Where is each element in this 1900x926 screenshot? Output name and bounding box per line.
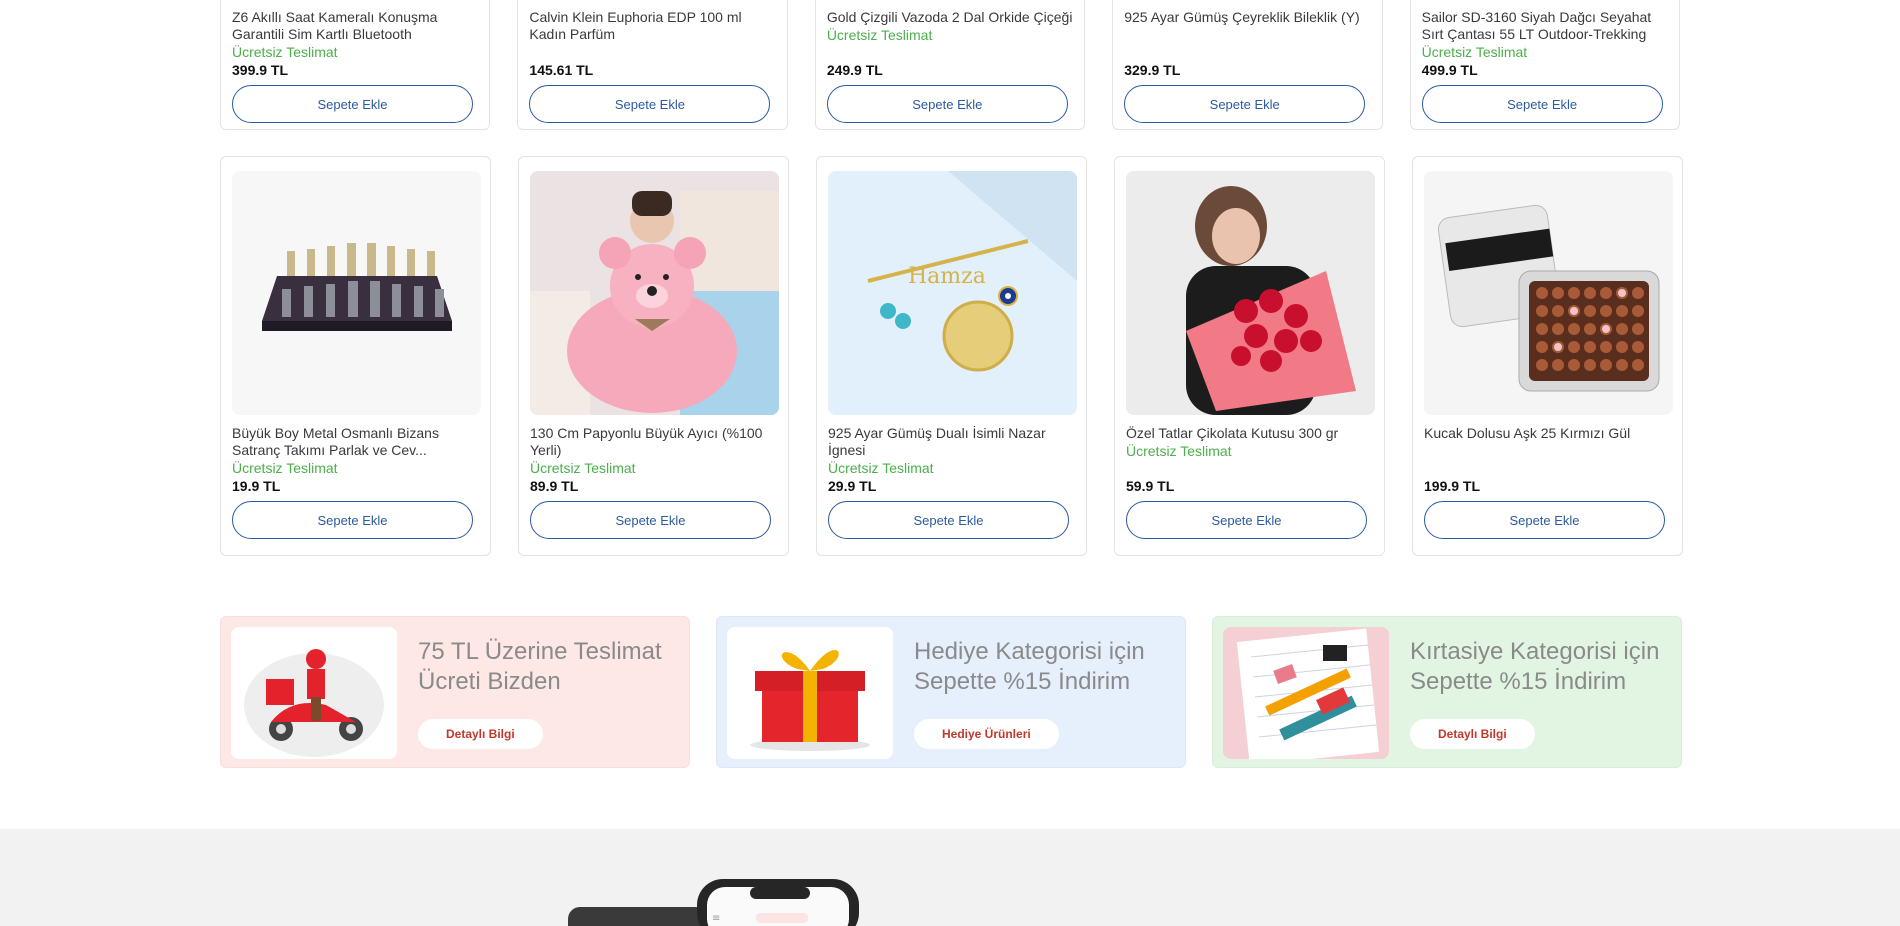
- product-title[interactable]: 925 Ayar Gümüş Çeyreklik Bileklik (Y): [1124, 9, 1370, 43]
- product-card: Büyük Boy Metal Osmanlı Bizans Satranç T…: [220, 156, 491, 556]
- product-card: Özel Tatlar Çikolata Kutusu 300 gr Ücret…: [1114, 156, 1385, 556]
- product-price: 199.9 TL: [1424, 478, 1481, 494]
- product-price: 29.9 TL: [828, 478, 877, 494]
- product-price: 249.9 TL: [826, 62, 883, 78]
- add-to-cart-button[interactable]: Sepete Ekle: [530, 501, 771, 539]
- product-title[interactable]: Büyük Boy Metal Osmanlı Bizans Satranç T…: [232, 425, 479, 459]
- add-to-cart-button[interactable]: Sepete Ekle: [1124, 85, 1366, 123]
- gift-box-icon: [727, 627, 893, 759]
- product-card: Z6 Akıllı Saat Kameralı Konuşma Garantil…: [220, 0, 491, 130]
- product-grid: Büyük Boy Metal Osmanlı Bizans Satranç T…: [220, 156, 1683, 556]
- promo-banner-delivery[interactable]: 75 TL Üzerine Teslimat Ücreti Bizden Det…: [220, 616, 690, 768]
- svg-text:≡: ≡: [712, 913, 720, 924]
- delivery-scooter-icon: [231, 627, 397, 759]
- product-price: 329.9 TL: [1124, 62, 1181, 78]
- add-to-cart-button[interactable]: Sepete Ekle: [1424, 501, 1665, 539]
- product-title[interactable]: 925 Ayar Gümüş Dualı İsimli Nazar İgnesi: [828, 425, 1075, 459]
- app-promo-section: ≡: [0, 829, 1900, 926]
- free-shipping-label: Ücretsiz Teslimat: [232, 44, 338, 60]
- product-title[interactable]: Özel Tatlar Çikolata Kutusu 300 gr: [1126, 425, 1373, 442]
- product-card: Kucak Dolusu Aşk 25 Kırmızı Gül Buketi 1…: [1412, 156, 1683, 556]
- details-button[interactable]: Detaylı Bilgi: [418, 719, 543, 749]
- product-image-chess-set[interactable]: [232, 171, 481, 415]
- add-to-cart-button[interactable]: Sepete Ekle: [232, 85, 473, 123]
- details-button[interactable]: Detaylı Bilgi: [1410, 719, 1535, 749]
- product-price: 499.9 TL: [1421, 62, 1478, 78]
- free-shipping-label: [1124, 43, 1370, 61]
- product-title[interactable]: Kucak Dolusu Aşk 25 Kırmızı Gül Buketi: [1424, 425, 1671, 442]
- product-title[interactable]: 130 Cm Papyonlu Büyük Ayıcı (%100 Yerli): [530, 425, 777, 459]
- banner-title: Kırtasiye Kategorisi için Sepette %15 İn…: [1410, 638, 1660, 695]
- product-title[interactable]: Calvin Klein Euphoria EDP 100 ml Kadın P…: [529, 9, 775, 43]
- product-card: Gold Çizgili Vazoda 2 Dal Orkide Çiçeği …: [814, 0, 1086, 130]
- add-to-cart-button[interactable]: Sepete Ekle: [1421, 85, 1663, 123]
- product-image-chocolate-box[interactable]: [1424, 171, 1673, 415]
- promo-banner-stationery[interactable]: Kırtasiye Kategorisi için Sepette %15 İn…: [1212, 616, 1682, 768]
- product-price: 89.9 TL: [530, 478, 579, 494]
- free-shipping-label: Ücretsiz Teslimat: [828, 460, 934, 476]
- promo-banner-gift[interactable]: Hediye Kategorisi için Sepette %15 İndir…: [716, 616, 1186, 768]
- product-card: 130 Cm Papyonlu Büyük Ayıcı (%100 Yerli)…: [518, 156, 789, 556]
- product-image-evil-eye-pin[interactable]: Hamza: [828, 171, 1077, 415]
- svg-text:Hamza: Hamza: [908, 264, 986, 289]
- product-card: Calvin Klein Euphoria EDP 100 ml Kadın P…: [517, 0, 788, 130]
- phone-mockup-icon: ≡: [568, 879, 859, 926]
- product-price: 145.61 TL: [529, 62, 594, 78]
- add-to-cart-button[interactable]: Sepete Ekle: [828, 501, 1069, 539]
- stationery-icon: [1223, 627, 1389, 759]
- free-shipping-label: Ücretsiz Teslimat: [1421, 44, 1528, 60]
- product-card: Sailor SD-3160 Siyah Dağcı Seyahat Sırt …: [1409, 0, 1681, 130]
- product-price: 59.9 TL: [1126, 478, 1175, 494]
- product-title[interactable]: Z6 Akıllı Saat Kameralı Konuşma Garantil…: [232, 9, 478, 43]
- product-card: Hamza 925 Ayar Gümüş Dualı İsimli Nazar …: [816, 156, 1087, 556]
- product-title[interactable]: Gold Çizgili Vazoda 2 Dal Orkide Çiçeği: [827, 9, 1073, 26]
- banner-title: Hediye Kategorisi için Sepette %15 İndir…: [914, 638, 1145, 695]
- free-shipping-label: [1424, 442, 1671, 460]
- free-shipping-label: Ücretsiz Teslimat: [1126, 443, 1232, 459]
- add-to-cart-button[interactable]: Sepete Ekle: [529, 85, 771, 123]
- free-shipping-label: [529, 43, 775, 61]
- add-to-cart-button[interactable]: Sepete Ekle: [232, 501, 473, 539]
- product-grid-top: Z6 Akıllı Saat Kameralı Konuşma Garantil…: [220, 0, 1681, 130]
- product-title[interactable]: Sailor SD-3160 Siyah Dağcı Seyahat Sırt …: [1422, 9, 1668, 43]
- free-shipping-label: Ücretsiz Teslimat: [826, 27, 933, 43]
- banner-title: 75 TL Üzerine Teslimat Ücreti Bizden: [418, 638, 662, 695]
- free-shipping-label: Ücretsiz Teslimat: [232, 460, 338, 476]
- free-shipping-label: Ücretsiz Teslimat: [530, 460, 636, 476]
- product-price: 399.9 TL: [232, 62, 289, 78]
- gift-products-button[interactable]: Hediye Ürünleri: [914, 719, 1059, 749]
- promo-banners: 75 TL Üzerine Teslimat Ücreti Bizden Det…: [220, 616, 1682, 768]
- product-card: 925 Ayar Gümüş Çeyreklik Bileklik (Y) 32…: [1112, 0, 1383, 130]
- product-image-pink-teddy-bear[interactable]: [530, 171, 779, 415]
- add-to-cart-button[interactable]: Sepete Ekle: [1126, 501, 1367, 539]
- add-to-cart-button[interactable]: Sepete Ekle: [826, 85, 1068, 123]
- product-price: 19.9 TL: [232, 478, 281, 494]
- product-image-woman-with-roses[interactable]: [1126, 171, 1375, 415]
